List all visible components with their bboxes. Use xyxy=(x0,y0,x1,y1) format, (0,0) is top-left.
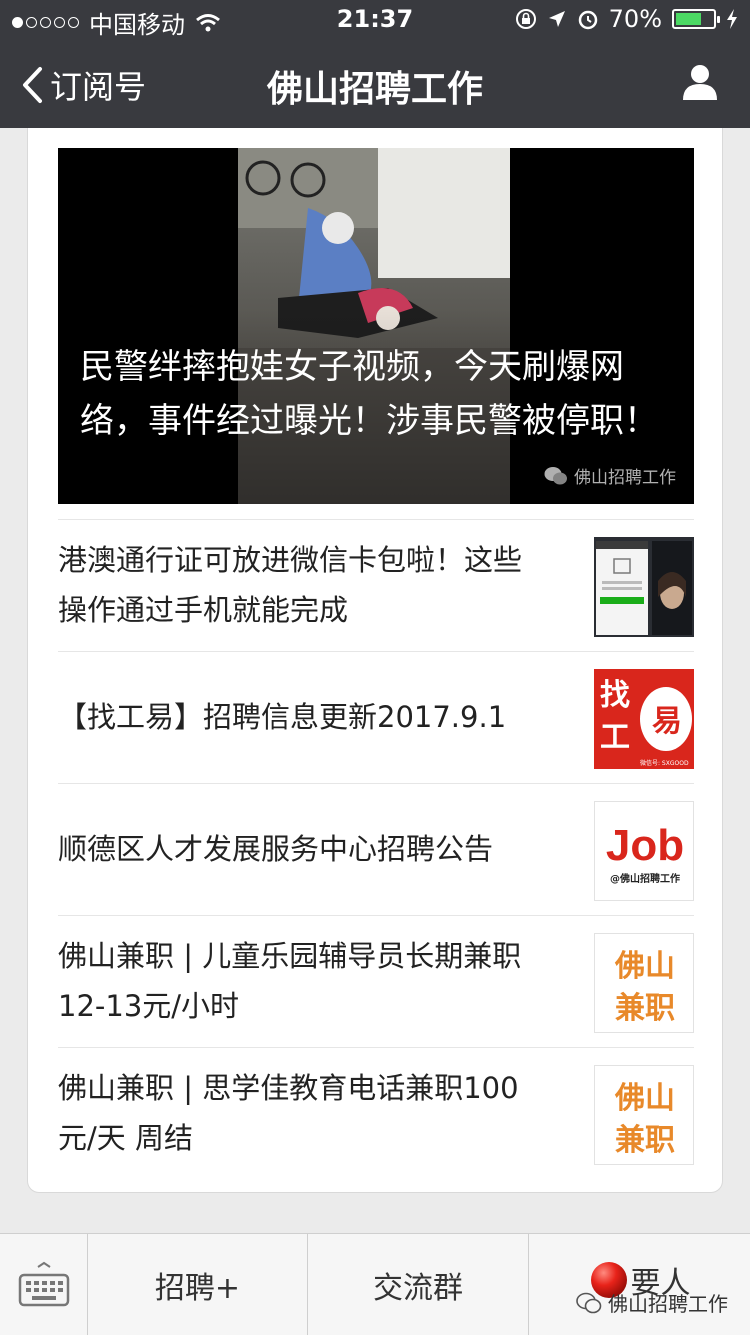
article-thumbnail: 佛山 兼职 xyxy=(594,933,694,1033)
svg-text:工: 工 xyxy=(600,720,630,755)
svg-text:@佛山招聘工作: @佛山招聘工作 xyxy=(610,872,680,885)
battery-icon xyxy=(672,9,720,29)
location-icon xyxy=(548,11,565,27)
list-item[interactable]: 【找工易】招聘信息更新2017.9.1 找 工 易 微信号: SXGOOD xyxy=(58,651,694,783)
article-thumbnail xyxy=(594,537,694,637)
navigation-bar: 订阅号 佛山招聘工作 xyxy=(0,40,750,128)
article-title: 顺德区人才发展服务中心招聘公告 xyxy=(58,832,494,866)
menu-tab-label: 招聘+ xyxy=(154,1270,241,1306)
list-item[interactable]: 佛山兼职 | 儿童乐园辅导员长期兼职 12-13元/小时 佛山 兼职 xyxy=(58,915,694,1047)
hero-title: 民警绊摔抱娃女子视频，今天刷爆网络，事件经过曝光！涉事民警被停职！ xyxy=(80,347,658,441)
svg-text:易: 易 xyxy=(652,704,682,739)
menu-tab-group[interactable]: 交流群 xyxy=(308,1234,529,1335)
svg-text:佛山: 佛山 xyxy=(614,949,675,984)
article-title: 佛山兼职 | 儿童乐园辅导员长期兼职 12-13元/小时 xyxy=(58,939,522,1023)
article-thumbnail: Job @佛山招聘工作 xyxy=(594,801,694,901)
alarm-icon xyxy=(578,10,597,30)
menu-tab-hire[interactable]: 要人 xyxy=(529,1234,750,1335)
article-thumbnail: 找 工 易 微信号: SXGOOD xyxy=(594,669,694,769)
hero-article[interactable]: 民警绊摔抱娃女子视频，今天刷爆网络，事件经过曝光！涉事民警被停职！ 佛山招聘工作 xyxy=(58,148,694,504)
keyboard-toggle-button[interactable] xyxy=(0,1234,88,1335)
article-title: 佛山兼职 | 思学佳教育电话兼职100元/天 周结 xyxy=(58,1071,519,1155)
svg-text:兼职: 兼职 xyxy=(615,991,675,1026)
bottom-menu-bar: 招聘+ 交流群 要人 佛山招聘工作 xyxy=(0,1233,750,1335)
corner-watermark: 佛山招聘工作 xyxy=(576,1288,728,1317)
keyboard-icon xyxy=(18,1261,69,1306)
status-bar: 中国移动 21:37 70% xyxy=(0,0,750,40)
article-title: 【找工易】招聘信息更新2017.9.1 xyxy=(58,700,507,734)
article-title: 港澳通行证可放进微信卡包啦！这些操作通过手机就能完成 xyxy=(58,543,523,627)
user-icon xyxy=(683,65,717,100)
rotation-lock-icon xyxy=(515,9,536,29)
svg-text:找: 找 xyxy=(600,678,630,713)
list-item[interactable]: 港澳通行证可放进微信卡包啦！这些操作通过手机就能完成 xyxy=(58,519,694,651)
svg-text:佛山: 佛山 xyxy=(614,1081,675,1116)
article-card: 民警绊摔抱娃女子视频，今天刷爆网络，事件经过曝光！涉事民警被停职！ 佛山招聘工作… xyxy=(27,128,723,1193)
article-thumbnail: 佛山 兼职 xyxy=(594,1065,694,1165)
svg-text:微信号: SXGOOD: 微信号: SXGOOD xyxy=(640,759,689,767)
list-item[interactable]: 佛山兼职 | 思学佳教育电话兼职100元/天 周结 佛山 兼职 xyxy=(58,1047,694,1179)
menu-tab-label: 交流群 xyxy=(373,1270,463,1306)
wechat-icon xyxy=(544,466,567,484)
hero-watermark: 佛山招聘工作 xyxy=(544,463,676,488)
profile-button[interactable] xyxy=(680,62,720,106)
svg-text:Job: Job xyxy=(606,821,684,870)
menu-tab-recruitment[interactable]: 招聘+ xyxy=(88,1234,308,1335)
svg-text:兼职: 兼职 xyxy=(615,1123,675,1158)
page-title: 佛山招聘工作 xyxy=(266,69,483,110)
list-item[interactable]: 顺德区人才发展服务中心招聘公告 Job @佛山招聘工作 xyxy=(58,783,694,915)
charging-icon xyxy=(727,9,737,29)
wechat-icon xyxy=(576,1292,602,1313)
battery-percent: 70% xyxy=(608,5,662,33)
